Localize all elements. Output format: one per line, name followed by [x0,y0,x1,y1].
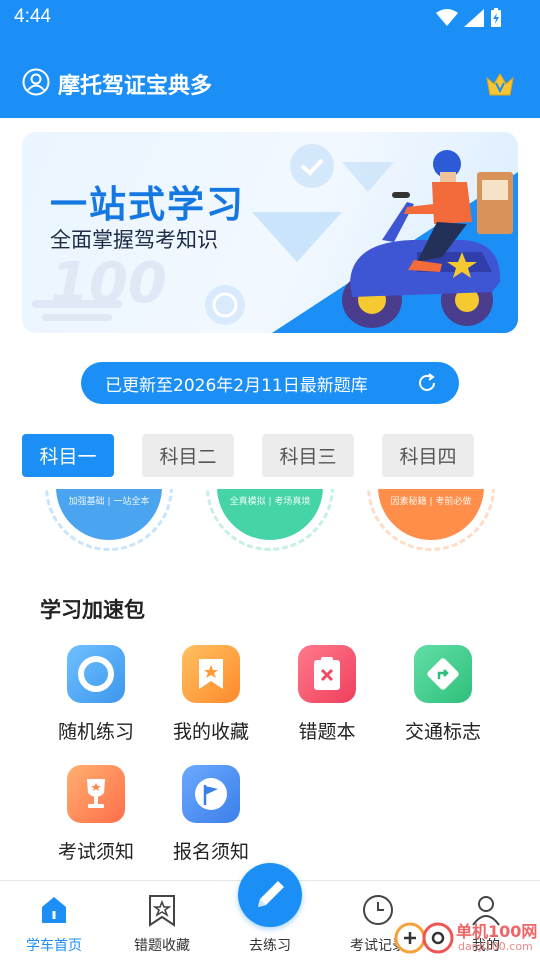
sequential-practice-circle[interactable]: 加强基础 | 一站全本 [45,489,173,551]
tile-traffic-signs[interactable]: 交通标志 [388,645,498,755]
wifi-icon [436,9,458,26]
tile-label: 我的收藏 [172,721,249,743]
tile-label: 交通标志 [404,721,481,743]
app-title: 摩托驾证宝典多 [58,74,213,99]
banner-title: 一站式学习 [50,183,245,226]
mock-exam-circle[interactable]: 全真模拟 | 考场真境 [206,489,334,551]
bookmark-icon [149,895,175,927]
app-bar: 摩托驾证宝典多 [0,54,540,114]
practice-fab-button[interactable] [238,863,302,927]
tab-subject-1[interactable]: 科目一 [22,434,114,477]
clipboard-x-icon [298,645,356,703]
circle-caption: 因素秘籍 | 考前必做 [390,497,472,507]
tile-registration-notice[interactable]: 报名须知 [156,765,266,875]
nav-label: 去练习 [249,938,291,954]
tile-label: 考试须知 [57,841,134,863]
tile-label: 错题本 [298,721,356,743]
crown-vip-icon[interactable] [484,68,516,100]
tile-my-favorites[interactable]: 我的收藏 [156,645,266,755]
watermark-text: 单机100网 [456,922,538,941]
cheat-sheet-circle[interactable]: 因素秘籍 | 考前必做 [367,489,495,551]
turn-sign-icon [414,645,472,703]
tile-label: 报名须知 [172,841,249,863]
nav-wrong-favorites[interactable]: 错题收藏 [108,881,216,960]
circle-caption: 全真模拟 | 考场真境 [229,497,311,507]
nav-home[interactable]: 学车首页 [0,881,108,960]
update-status-pill[interactable]: 已更新至2026年2月11日最新题库 [81,362,459,404]
tab-subject-2[interactable]: 科目二 [142,434,234,477]
home-icon [42,897,66,923]
watermark-url: danji100.com [458,940,533,953]
target-icon [67,645,125,703]
refresh-icon[interactable] [415,371,439,395]
circle-caption: 加强基础 | 一站全本 [68,497,150,507]
tile-random-practice[interactable]: 随机练习 [41,645,151,755]
clock-icon [363,895,393,925]
section-title: 学习加速包 [40,598,145,622]
signal-icon [464,9,484,27]
banner-subtitle: 全面掌握驾考知识 [50,228,218,252]
nav-label: 学车首页 [26,938,82,954]
tile-label: 随机练习 [57,721,134,743]
flag-icon [182,765,240,823]
bookmark-star-icon [182,645,240,703]
app-header: 4:44 摩托驾证宝典多 [0,0,540,118]
profile-icon[interactable] [22,68,50,96]
tab-subject-3[interactable]: 科目三 [262,434,354,477]
battery-icon [491,8,501,27]
pencil-icon [258,881,284,907]
status-bar: 4:44 [0,0,540,36]
status-icons [436,8,502,28]
tile-wrong-questions[interactable]: 错题本 [272,645,382,755]
promo-banner[interactable]: 100 一站式学习 全面掌握驾考知识 [22,132,518,333]
status-time: 4:44 [14,6,51,27]
practice-mode-strip: 加强基础 | 一站全本 全真模拟 | 考场真境 因素秘籍 | 考前必做 [0,489,540,555]
tile-exam-notice[interactable]: 考试须知 [41,765,151,875]
trophy-icon [67,765,125,823]
tab-subject-4[interactable]: 科目四 [382,434,474,477]
update-text: 已更新至2026年2月11日最新题库 [105,375,368,396]
nav-label: 错题收藏 [134,938,190,954]
